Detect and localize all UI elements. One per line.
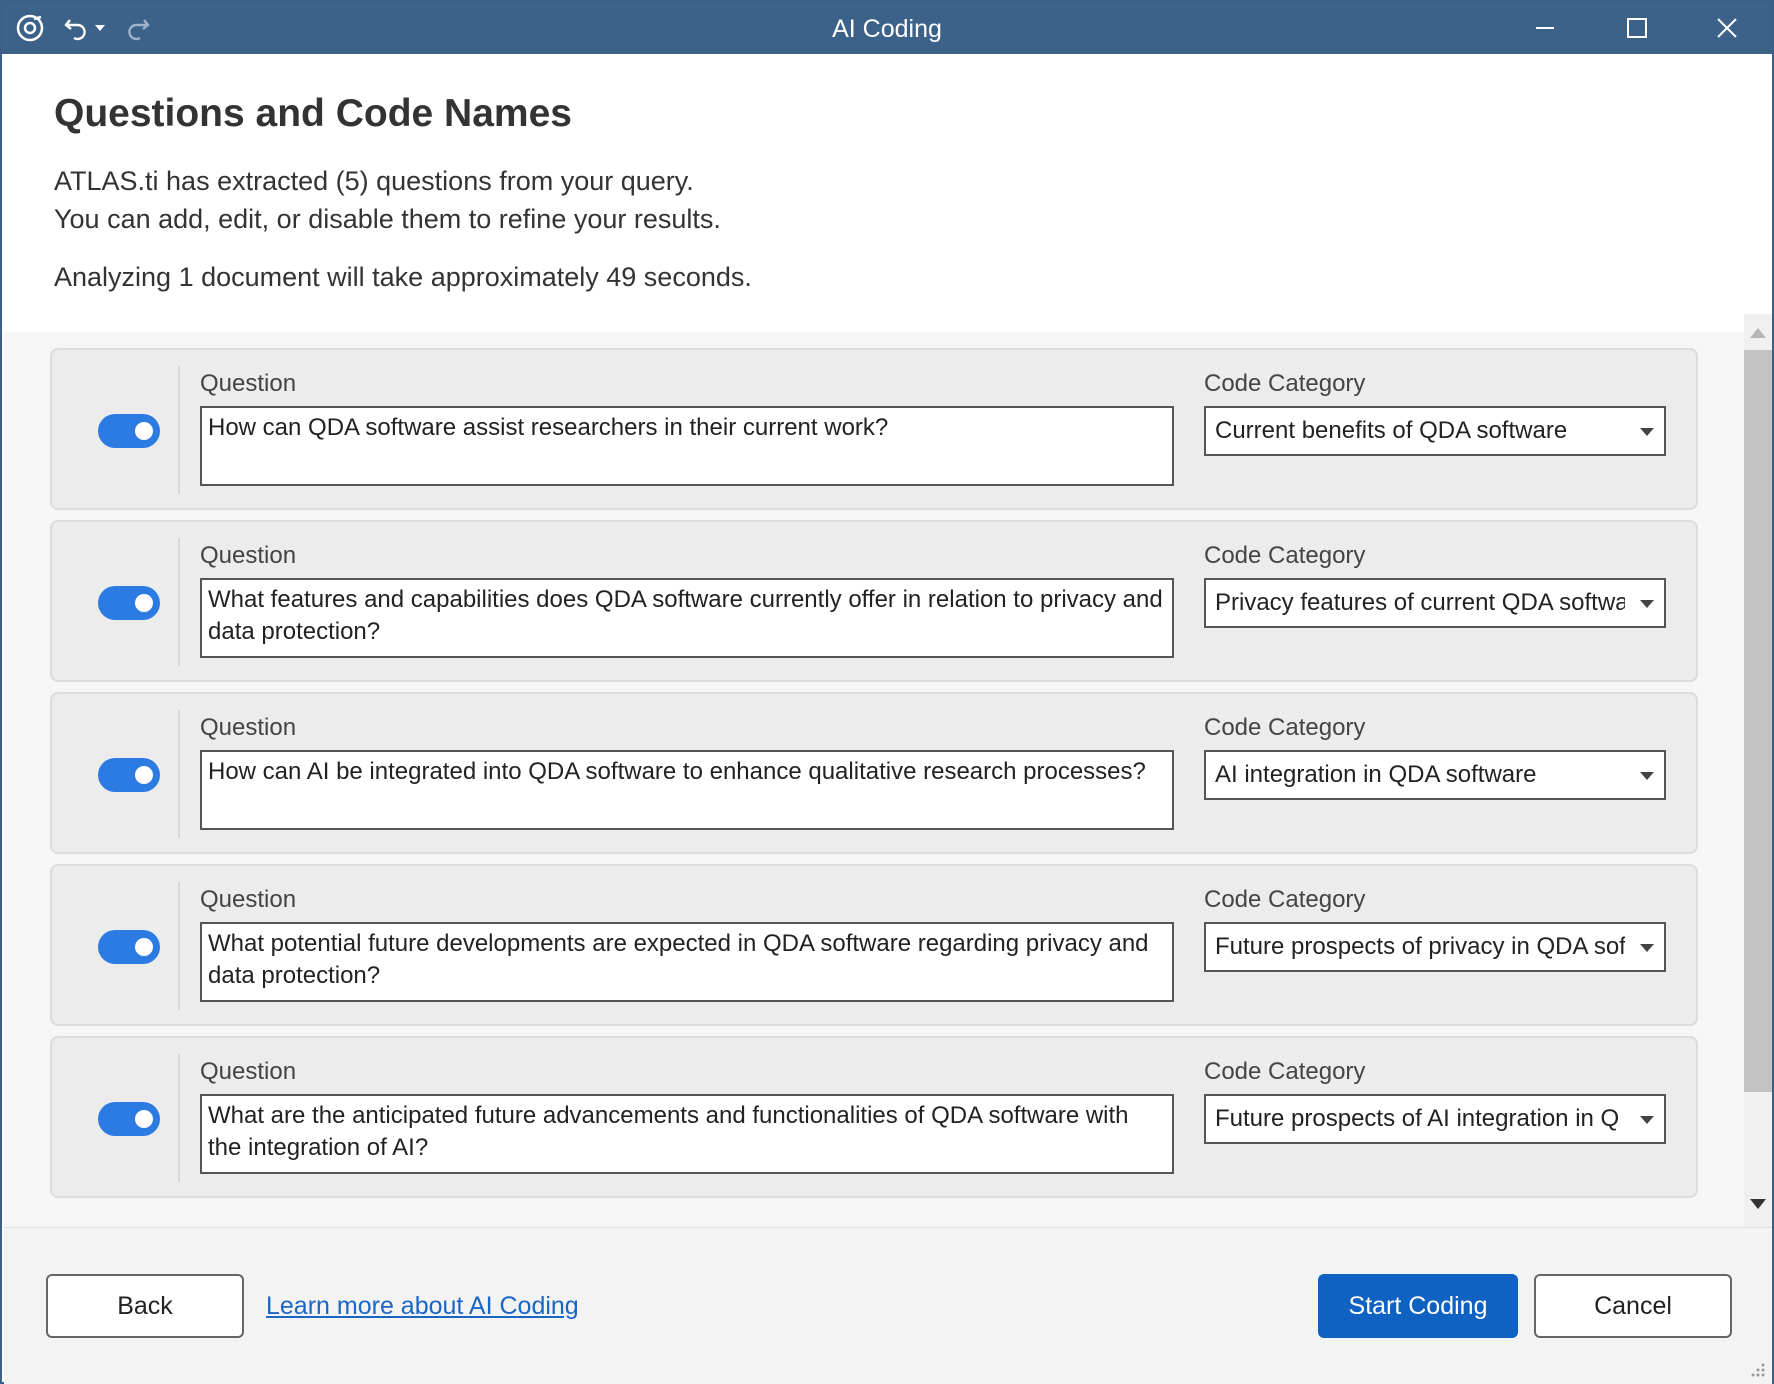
code-category-value: Future prospects of privacy in QDA sof	[1215, 933, 1625, 960]
cancel-button[interactable]: Cancel	[1534, 1274, 1732, 1338]
question-toggle[interactable]	[98, 758, 160, 792]
code-category-select[interactable]: Future prospects of AI integration in Q	[1204, 1094, 1666, 1144]
code-category-label: Code Category	[1204, 370, 1366, 397]
question-card: Question What are the anticipated future…	[50, 1036, 1698, 1198]
question-input[interactable]: What features and capabilities does QDA …	[200, 578, 1174, 658]
dialog-footer: Back Learn more about AI Coding Start Co…	[4, 1227, 1772, 1384]
question-label: Question	[200, 886, 297, 913]
code-category-value: AI integration in QDA software	[1215, 761, 1537, 788]
chevron-down-icon	[1640, 600, 1654, 608]
divider	[178, 710, 180, 838]
learn-more-link[interactable]: Learn more about AI Coding	[266, 1292, 579, 1321]
time-estimate: Analyzing 1 document will take approxima…	[54, 262, 752, 292]
question-label: Question	[200, 370, 297, 397]
start-coding-button[interactable]: Start Coding	[1318, 1274, 1518, 1338]
divider	[178, 1054, 180, 1182]
scrollbar-thumb[interactable]	[1744, 350, 1772, 1092]
extraction-summary: ATLAS.ti has extracted (5) questions fro…	[54, 166, 694, 196]
question-card: Question How can AI be integrated into Q…	[50, 692, 1698, 854]
question-toggle[interactable]	[98, 586, 160, 620]
code-category-select[interactable]: Privacy features of current QDA softwa	[1204, 578, 1666, 628]
question-input[interactable]: How can QDA software assist researchers …	[200, 406, 1174, 486]
question-input[interactable]: What potential future developments are e…	[200, 922, 1174, 1002]
question-toggle[interactable]	[98, 1102, 160, 1136]
title-bar: AI Coding	[2, 2, 1772, 54]
divider	[178, 538, 180, 666]
chevron-down-icon	[1640, 944, 1654, 952]
toggle-knob	[135, 422, 153, 440]
question-input[interactable]: What are the anticipated future advancem…	[200, 1094, 1174, 1174]
instructions-text: You can add, edit, or disable them to re…	[54, 204, 721, 234]
question-toggle[interactable]	[98, 930, 160, 964]
toggle-knob	[135, 938, 153, 956]
code-category-label: Code Category	[1204, 1058, 1366, 1085]
toggle-knob	[135, 766, 153, 784]
close-icon[interactable]	[1682, 2, 1772, 54]
ai-coding-dialog: AI Coding Questions and Code Names ATLAS…	[0, 0, 1774, 1384]
code-category-select[interactable]: Future prospects of privacy in QDA sof	[1204, 922, 1666, 972]
code-category-label: Code Category	[1204, 542, 1366, 569]
code-category-select[interactable]: Current benefits of QDA software	[1204, 406, 1666, 456]
code-category-value: Current benefits of QDA software	[1215, 417, 1568, 444]
question-label: Question	[200, 542, 297, 569]
question-card: Question What potential future developme…	[50, 864, 1698, 1026]
question-input[interactable]: How can AI be integrated into QDA softwa…	[200, 750, 1174, 830]
toggle-knob	[135, 594, 153, 612]
question-label: Question	[200, 1058, 297, 1085]
chevron-down-icon	[1640, 1116, 1654, 1124]
resize-grip-icon[interactable]	[1748, 1360, 1766, 1378]
dialog-header: Questions and Code Names ATLAS.ti has ex…	[4, 54, 1772, 332]
chevron-down-icon	[1640, 772, 1654, 780]
vertical-scrollbar[interactable]	[1744, 314, 1772, 1227]
code-category-label: Code Category	[1204, 886, 1366, 913]
chevron-down-icon	[1640, 428, 1654, 436]
page-title: Questions and Code Names	[54, 92, 572, 135]
toggle-knob	[135, 1110, 153, 1128]
code-category-value: Future prospects of AI integration in Q	[1215, 1105, 1620, 1132]
question-card: Question What features and capabilities …	[50, 520, 1698, 682]
code-category-select[interactable]: AI integration in QDA software	[1204, 750, 1666, 800]
question-card: Question How can QDA software assist res…	[50, 348, 1698, 510]
code-category-value: Privacy features of current QDA softwa	[1215, 589, 1625, 616]
minimize-icon[interactable]	[1500, 2, 1590, 54]
scroll-down-icon[interactable]	[1750, 1199, 1766, 1209]
divider	[178, 882, 180, 1010]
maximize-icon[interactable]	[1592, 2, 1682, 54]
scroll-up-icon[interactable]	[1750, 328, 1766, 338]
questions-list: Question How can QDA software assist res…	[4, 332, 1744, 1227]
question-label: Question	[200, 714, 297, 741]
code-category-label: Code Category	[1204, 714, 1366, 741]
question-toggle[interactable]	[98, 414, 160, 448]
back-button[interactable]: Back	[46, 1274, 244, 1338]
divider	[178, 366, 180, 494]
